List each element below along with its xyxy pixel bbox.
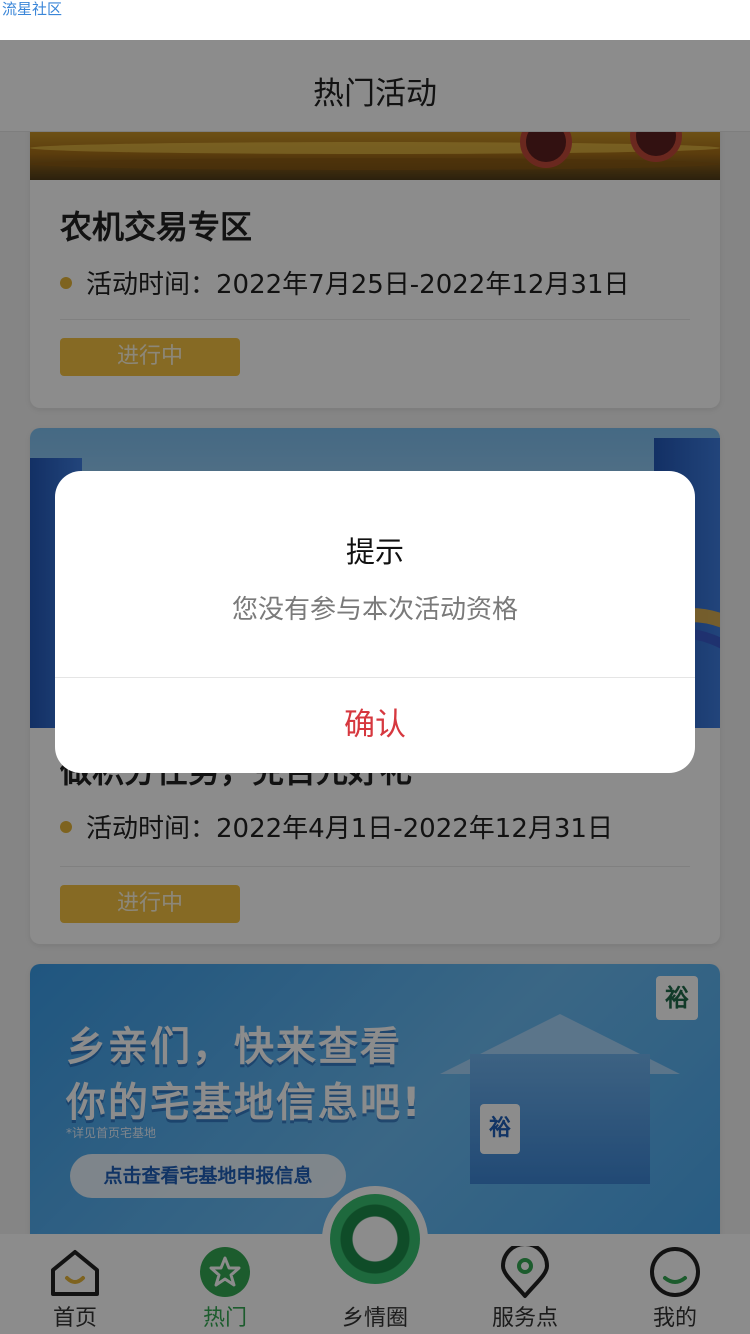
dialog-message: 您没有参与本次活动资格 <box>231 595 518 625</box>
dialog-title: 提示 <box>345 535 404 569</box>
status-strip: 流星社区 <box>0 0 750 40</box>
alert-dialog: 提示 您没有参与本次活动资格 确认 <box>55 471 695 773</box>
confirm-button[interactable]: 确认 <box>55 678 695 773</box>
app-label: 流星社区 <box>2 0 63 18</box>
